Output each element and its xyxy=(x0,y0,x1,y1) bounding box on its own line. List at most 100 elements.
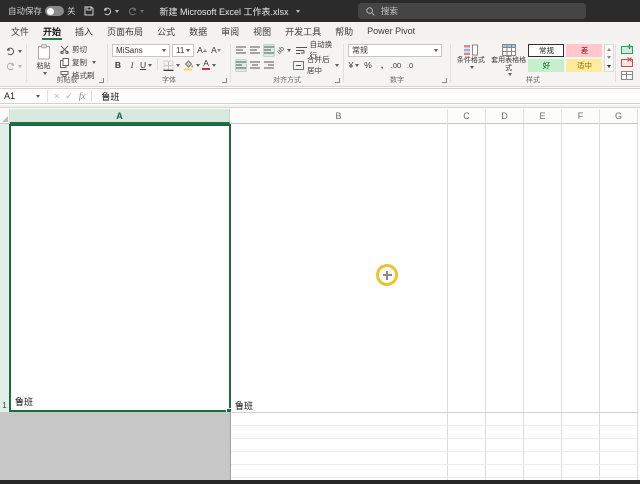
col-header-b[interactable]: B xyxy=(230,109,448,124)
clipboard-icon xyxy=(37,44,51,60)
col-header-c[interactable]: C xyxy=(448,109,486,124)
name-box[interactable]: A1 xyxy=(0,89,44,103)
tab-power-pivot[interactable]: Power Pivot xyxy=(360,22,422,40)
align-left-button[interactable] xyxy=(235,58,247,72)
number-dialog-launcher-icon[interactable] xyxy=(442,78,447,83)
col-header-g[interactable]: G xyxy=(600,109,638,124)
borders-icon xyxy=(163,60,174,71)
cell-a1-selected[interactable]: 鲁班 xyxy=(9,124,231,412)
shrink-font-button[interactable]: A xyxy=(210,44,222,57)
sheet-grid[interactable]: 1 鲁班 鲁班 xyxy=(0,124,640,480)
redo-button[interactable] xyxy=(5,60,22,73)
title-bar: 自动保存 关 新建 Microsoft Excel 工作表.xlsx 搜索 xyxy=(0,0,640,22)
gridline xyxy=(561,124,562,480)
format-as-table-button[interactable]: 套用表格格式 xyxy=(489,43,529,76)
ribbon: 粘贴 剪切 复制 格式刷 剪贴板 MiSans 11 A A B I U A 字… xyxy=(0,40,640,87)
col-header-d[interactable]: D xyxy=(486,109,524,124)
gridline xyxy=(485,124,486,480)
align-right-button[interactable] xyxy=(263,59,275,72)
format-cells-icon[interactable] xyxy=(621,70,640,80)
autosave-toggle[interactable]: 自动保存 关 xyxy=(8,5,76,17)
paste-button[interactable]: 粘贴 xyxy=(30,44,57,75)
decrease-decimal-button[interactable]: .0 xyxy=(404,59,416,72)
bold-button[interactable]: B xyxy=(112,59,124,72)
conditional-formatting-chevron-icon xyxy=(469,65,474,69)
font-color-chevron-icon xyxy=(212,63,217,67)
gallery-scroll-up-icon[interactable] xyxy=(607,47,612,51)
insert-function-button[interactable]: fx xyxy=(79,91,86,101)
tab-file[interactable]: 文件 xyxy=(4,22,36,40)
gallery-more-icon[interactable] xyxy=(607,65,612,69)
clipboard-dialog-launcher-icon[interactable] xyxy=(99,78,104,83)
cell-style-bad[interactable]: 差 xyxy=(566,44,603,57)
autosave-switch-icon[interactable] xyxy=(45,6,65,16)
accounting-chevron-icon xyxy=(355,63,360,67)
clipboard-group: 粘贴 剪切 复制 格式刷 剪贴板 xyxy=(27,40,107,86)
increase-decimal-button[interactable]: .00 xyxy=(390,59,402,72)
cells-group-cutoff xyxy=(616,40,640,86)
accounting-format-button[interactable]: ¥ xyxy=(348,59,360,72)
search-input[interactable]: 搜索 xyxy=(358,3,586,19)
cell-style-good[interactable]: 好 xyxy=(528,59,565,72)
format-painter-button[interactable]: 格式刷 xyxy=(60,70,96,81)
conditional-formatting-button[interactable]: 条件格式 xyxy=(453,43,489,69)
col-header-a[interactable]: A xyxy=(10,109,230,124)
gridline xyxy=(231,425,639,426)
undo-button-titlebar[interactable] xyxy=(102,7,119,16)
undo-button[interactable] xyxy=(5,45,22,58)
select-all-corner[interactable] xyxy=(0,109,10,124)
tab-developer[interactable]: 开发工具 xyxy=(278,22,328,40)
alignment-group: ab 自动换行 合并后居中 对齐方式 xyxy=(231,40,343,86)
autosave-state: 关 xyxy=(67,6,76,16)
copy-button[interactable]: 复制 xyxy=(60,57,96,68)
col-header-f[interactable]: F xyxy=(562,109,600,124)
formula-cancel-button[interactable]: × xyxy=(54,91,59,101)
formula-enter-button[interactable]: ✓ xyxy=(65,91,73,102)
tab-formulas[interactable]: 公式 xyxy=(150,22,182,40)
number-format-chevron-icon xyxy=(434,48,438,52)
tab-page-layout[interactable]: 页面布局 xyxy=(100,22,150,40)
redo-button-titlebar[interactable] xyxy=(127,7,144,16)
percent-style-button[interactable]: % xyxy=(362,59,374,72)
underline-button[interactable]: U xyxy=(140,59,153,72)
formula-content[interactable]: 鲁班 xyxy=(101,90,119,103)
tab-insert[interactable]: 插入 xyxy=(68,22,100,40)
grow-font-button[interactable]: A xyxy=(196,44,208,57)
italic-button[interactable]: I xyxy=(126,59,138,72)
cell-style-neutral[interactable]: 适中 xyxy=(566,59,603,72)
gridline xyxy=(231,438,639,439)
tab-home[interactable]: 开始 xyxy=(36,22,68,40)
align-top-button[interactable] xyxy=(235,44,247,57)
font-dialog-launcher-icon[interactable] xyxy=(222,78,227,83)
cell-b1-value[interactable]: 鲁班 xyxy=(235,399,253,412)
fill-color-button[interactable] xyxy=(182,59,201,72)
number-format-select[interactable]: 常规 xyxy=(348,43,442,57)
cell-style-normal[interactable]: 常规 xyxy=(528,44,565,57)
cut-button[interactable]: 剪切 xyxy=(60,44,96,55)
gallery-scroll-down-icon[interactable] xyxy=(607,56,612,60)
comma-style-button[interactable]: , xyxy=(376,59,388,72)
tab-review[interactable]: 审阅 xyxy=(214,22,246,40)
tab-help[interactable]: 帮助 xyxy=(328,22,360,40)
doc-title[interactable]: 新建 Microsoft Excel 工作表.xlsx xyxy=(160,5,300,18)
save-button[interactable] xyxy=(84,6,94,16)
insert-cells-icon[interactable] xyxy=(621,44,640,54)
align-bottom-button[interactable] xyxy=(263,43,275,57)
gridline xyxy=(637,124,638,480)
font-size-select[interactable]: 11 xyxy=(172,43,194,57)
delete-cells-icon[interactable] xyxy=(621,57,640,67)
font-name-select[interactable]: MiSans xyxy=(112,43,170,57)
tab-data[interactable]: 数据 xyxy=(182,22,214,40)
col-header-e[interactable]: E xyxy=(524,109,562,124)
undo-icon xyxy=(102,7,113,16)
align-middle-button[interactable] xyxy=(249,44,261,57)
align-center-button[interactable] xyxy=(249,59,261,72)
tab-view[interactable]: 视图 xyxy=(246,22,278,40)
row1-bottom-gridline xyxy=(231,412,639,413)
borders-button[interactable] xyxy=(163,59,181,72)
font-color-button[interactable]: A xyxy=(202,59,217,72)
cell-cursor-icon xyxy=(382,270,392,280)
orientation-button[interactable]: ab xyxy=(276,44,291,57)
merge-center-button[interactable]: 合并后居中 xyxy=(293,55,339,75)
alignment-dialog-launcher-icon[interactable] xyxy=(335,78,340,83)
